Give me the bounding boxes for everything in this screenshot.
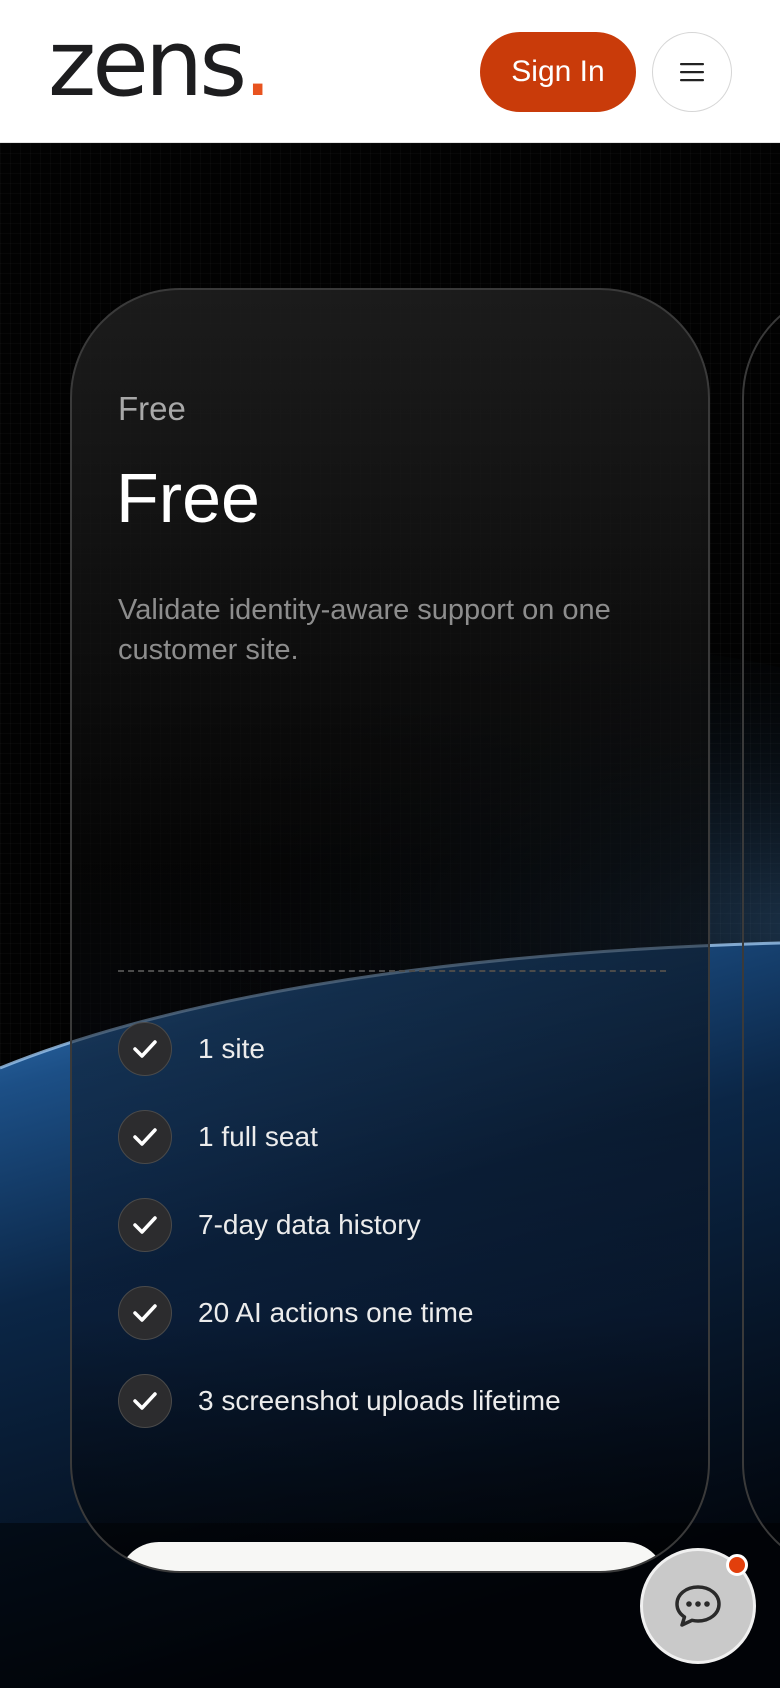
get-started-button[interactable]: Get Started For Free <box>118 1542 666 1571</box>
check-icon <box>118 1198 172 1252</box>
plan-price: Free <box>116 459 260 537</box>
feature-item: 1 site <box>118 1005 561 1093</box>
zens-logo[interactable]: zens. <box>48 18 272 110</box>
site-header: zens. Sign In <box>0 0 780 143</box>
check-icon <box>118 1022 172 1076</box>
menu-button[interactable] <box>652 32 732 112</box>
feature-text: 7-day data history <box>198 1209 421 1240</box>
feature-text: 1 site <box>198 1033 265 1064</box>
feature-item: 7-day data history <box>118 1181 561 1269</box>
pricing-section: Free Free Validate identity-aware suppor… <box>0 143 780 1688</box>
hamburger-menu-icon <box>680 63 704 82</box>
sign-in-button[interactable]: Sign In <box>480 32 636 112</box>
plan-description: Validate identity-aware support on one c… <box>118 594 611 666</box>
logo-dot: . <box>243 10 272 117</box>
pricing-card-free: Free Free Validate identity-aware suppor… <box>70 288 710 1573</box>
feature-text: 1 full seat <box>198 1121 318 1152</box>
feature-item: 3 screenshot uploads lifetime <box>118 1357 561 1445</box>
chat-bubble-icon <box>675 1585 721 1627</box>
feature-list: 1 site 1 full seat 7-day data history 20… <box>118 1005 561 1445</box>
feature-item: 20 AI actions one time <box>118 1269 561 1357</box>
plan-label: Free <box>118 390 186 427</box>
logo-text: zens <box>48 10 247 117</box>
check-icon <box>118 1286 172 1340</box>
check-icon <box>118 1374 172 1428</box>
feature-text: 20 AI actions one time <box>198 1297 474 1328</box>
next-pricing-card[interactable] <box>742 288 780 1573</box>
divider <box>118 970 666 972</box>
check-icon <box>118 1110 172 1164</box>
feature-text: 3 screenshot uploads lifetime <box>198 1385 561 1416</box>
feature-item: 1 full seat <box>118 1093 561 1181</box>
notification-dot <box>726 1554 748 1576</box>
